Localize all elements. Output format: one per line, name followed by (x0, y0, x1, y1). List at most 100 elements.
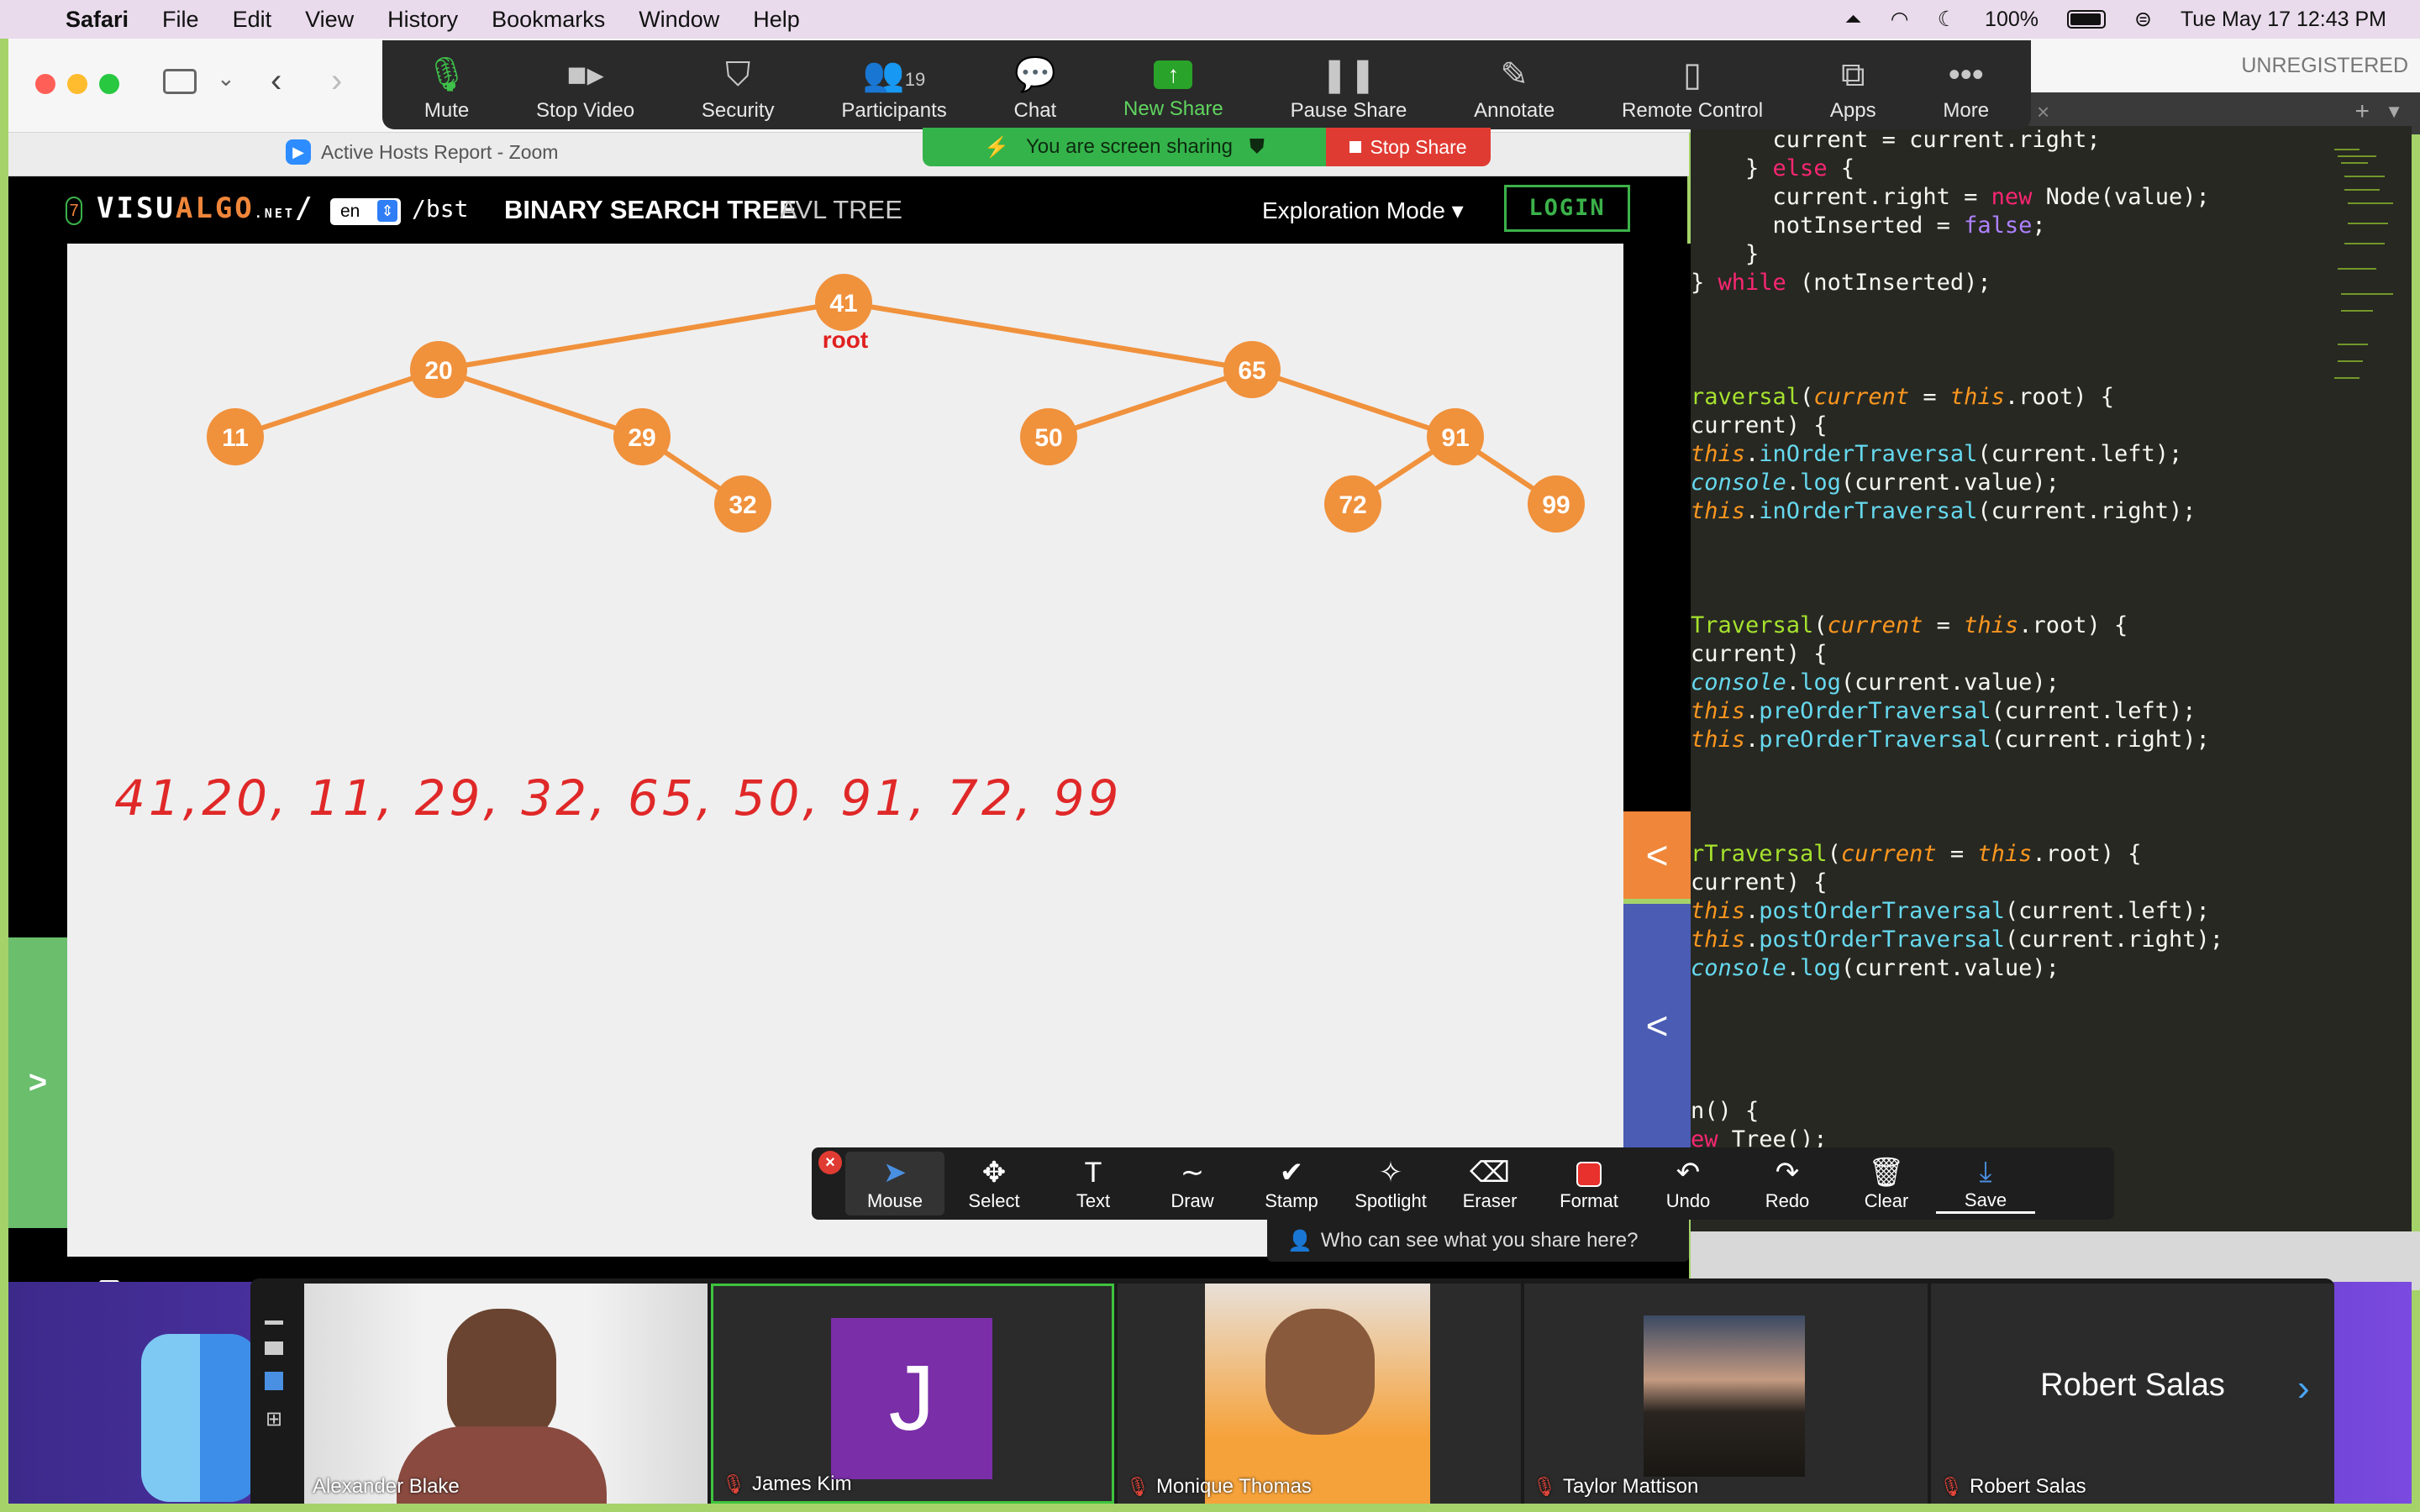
node-29[interactable]: 29 (613, 408, 671, 465)
node-65[interactable]: 65 (1223, 341, 1281, 398)
sidebar-toggle-icon[interactable] (163, 69, 197, 94)
battery-percent[interactable]: 100% (1985, 8, 2039, 32)
next-page-chevron-icon[interactable]: › (2297, 1368, 2310, 1410)
back-arrow-icon[interactable]: ‹ (271, 62, 281, 100)
node-91[interactable]: 91 (1427, 408, 1484, 465)
mute-button[interactable]: 🎙 Mute (424, 40, 469, 123)
collapse-blue-button[interactable]: < (1623, 904, 1691, 1147)
minimize-window-button[interactable] (67, 74, 87, 94)
handwritten-annotation: 41,20, 11, 29, 32, 65, 50, 91, 72, 99 (114, 769, 1122, 827)
tree-canvas[interactable]: 41 20 65 11 29 50 91 32 72 99 root 41,20… (67, 244, 1623, 1257)
participant-tile-james[interactable]: J 🎙 James Kim (711, 1284, 1114, 1504)
participant-name: 🎙 Robert Salas (1939, 1475, 2086, 1498)
chevron-down-icon[interactable]: ⌄ (217, 66, 235, 92)
language-select[interactable]: en (330, 198, 401, 225)
participant-display-name: Robert Salas (2040, 1368, 2225, 1403)
strip-view-icon[interactable] (265, 1372, 283, 1390)
select-move-icon: ✥ (981, 1157, 1007, 1189)
annot-undo-tool[interactable]: ↶ Undo (1639, 1155, 1738, 1212)
finder-icon[interactable] (141, 1334, 259, 1502)
close-tab-icon[interactable]: × (2037, 99, 2049, 125)
avl-title-link[interactable]: AVL TREE (780, 195, 902, 225)
node-99[interactable]: 99 (1528, 475, 1585, 533)
menu-history[interactable]: History (387, 7, 458, 33)
node-41[interactable]: 41 (815, 274, 872, 331)
annot-eraser-tool[interactable]: ⌫ Eraser (1440, 1155, 1539, 1212)
participant-tile-robert[interactable]: Robert Salas 🎙 Robert Salas (1931, 1284, 2334, 1504)
menu-view[interactable]: View (305, 7, 354, 33)
zoom-status-icon[interactable]: ⏶ (1845, 8, 1862, 32)
bst-title-link[interactable]: BINARY SEARCH TREE (504, 195, 797, 225)
annot-save-tool[interactable]: ⤓ Save (1936, 1154, 2035, 1214)
stop-share-label: Stop Share (1370, 135, 1467, 158)
open-side-panel-button[interactable]: > (8, 937, 67, 1228)
forward-arrow-icon[interactable]: › (331, 62, 342, 100)
right-panel-strip (1623, 244, 1691, 811)
annot-clear-tool[interactable]: 🗑 Clear (1837, 1155, 1936, 1212)
draw-icon: ∼ (1180, 1157, 1205, 1189)
annot-select-tool[interactable]: ✥ Select (944, 1155, 1044, 1212)
wifi-icon[interactable]: ◠ (1891, 7, 1909, 32)
battery-icon[interactable] (2067, 10, 2106, 29)
tab-title-label: Active Hosts Report - Zoom (321, 140, 559, 163)
participant-tile-taylor[interactable]: 🎙 Taylor Mattison (1524, 1284, 1928, 1504)
menu-file[interactable]: File (162, 7, 199, 33)
tree-edges (234, 300, 1558, 507)
zoom-window-button[interactable] (99, 74, 119, 94)
annot-draw-tool[interactable]: ∼ Draw (1143, 1155, 1242, 1212)
collapse-orange-button[interactable]: < (1623, 811, 1691, 899)
minimize-strip-icon[interactable] (265, 1320, 283, 1325)
remote-control-button[interactable]: ▯ Remote Control (1622, 40, 1763, 123)
apps-button[interactable]: ⧉ Apps (1830, 40, 1876, 123)
redo-icon: ↷ (1775, 1157, 1800, 1189)
annot-stamp-tool[interactable]: ✔ Stamp (1242, 1155, 1341, 1212)
participant-tile-monique[interactable]: 🎙 Monique Thomas (1118, 1284, 1521, 1504)
visualgo-logo[interactable]: VISUALGO.NET/ (97, 192, 314, 225)
menu-edit[interactable]: Edit (233, 7, 272, 33)
login-button[interactable]: LOGIN (1504, 185, 1630, 232)
stop-video-button[interactable]: ■▸ Stop Video (536, 40, 634, 123)
code-minimap[interactable] (2326, 143, 2402, 395)
close-annotation-button[interactable]: × (818, 1151, 842, 1174)
person-icon: 👤 (1287, 1229, 1313, 1252)
who-can-see-link[interactable]: 👤 Who can see what you share here? (1267, 1220, 1689, 1262)
node-32[interactable]: 32 (714, 475, 771, 533)
node-50[interactable]: 50 (1020, 408, 1077, 465)
speaker-view-icon[interactable] (265, 1341, 283, 1355)
annot-mouse-tool[interactable]: ➤ Mouse (845, 1152, 944, 1215)
code-editor[interactable]: current = current.right; } else { curren… (1691, 126, 2412, 1231)
exploration-mode-dropdown[interactable]: Exploration Mode ▾ (1262, 197, 1464, 224)
who-can-see-text: Who can see what you share here? (1320, 1229, 1639, 1252)
security-button[interactable]: ⛉ Security (702, 40, 775, 123)
new-share-button[interactable]: ↑ New Share (1123, 40, 1223, 121)
control-center-icon[interactable]: ⊜ (2134, 7, 2152, 32)
left-panel-strip-bottom (8, 1228, 67, 1257)
annotate-button[interactable]: ✎ Annotate (1474, 40, 1555, 123)
menu-bookmarks[interactable]: Bookmarks (492, 7, 605, 33)
stop-square-icon (1349, 141, 1362, 153)
menu-window[interactable]: Window (639, 7, 719, 33)
annot-redo-tool[interactable]: ↷ Redo (1738, 1155, 1837, 1212)
menubar-clock[interactable]: Tue May 17 12:43 PM (2181, 8, 2386, 32)
menu-app-name[interactable]: Safari (66, 7, 129, 33)
participants-button[interactable]: 👥19 Participants (841, 40, 946, 123)
more-button[interactable]: ••• More (1943, 40, 1989, 123)
chat-button[interactable]: 💬 Chat (1014, 40, 1057, 123)
stop-share-button[interactable]: Stop Share (1326, 128, 1491, 166)
menu-help[interactable]: Help (753, 7, 800, 33)
annotation-toolbar: ➤ Mouse ✥ Select T Text ∼ Draw ✔ Stamp ✧ Spotl… (812, 1147, 2114, 1220)
tab-dropdown-icon[interactable]: ▼ (2385, 101, 2403, 123)
node-20[interactable]: 20 (410, 341, 467, 398)
annot-format-tool[interactable]: Format (1539, 1155, 1639, 1212)
gallery-grid-icon[interactable]: ⊞ (266, 1407, 282, 1431)
node-72[interactable]: 72 (1324, 475, 1381, 533)
do-not-disturb-icon[interactable]: ☾ (1938, 7, 1956, 32)
participant-tile-alexander[interactable]: Alexander Blake (304, 1284, 708, 1504)
new-tab-plus-icon[interactable]: + (2354, 97, 2370, 126)
node-11[interactable]: 11 (207, 408, 264, 465)
annot-text-tool[interactable]: T Text (1044, 1155, 1143, 1212)
annot-spotlight-tool[interactable]: ✧ Spotlight (1341, 1155, 1440, 1212)
close-window-button[interactable] (35, 74, 55, 94)
pause-share-button[interactable]: ❚❚ Pause Share (1291, 40, 1407, 123)
tab-active-hosts[interactable]: ▶ Active Hosts Report - Zoom (286, 139, 558, 165)
